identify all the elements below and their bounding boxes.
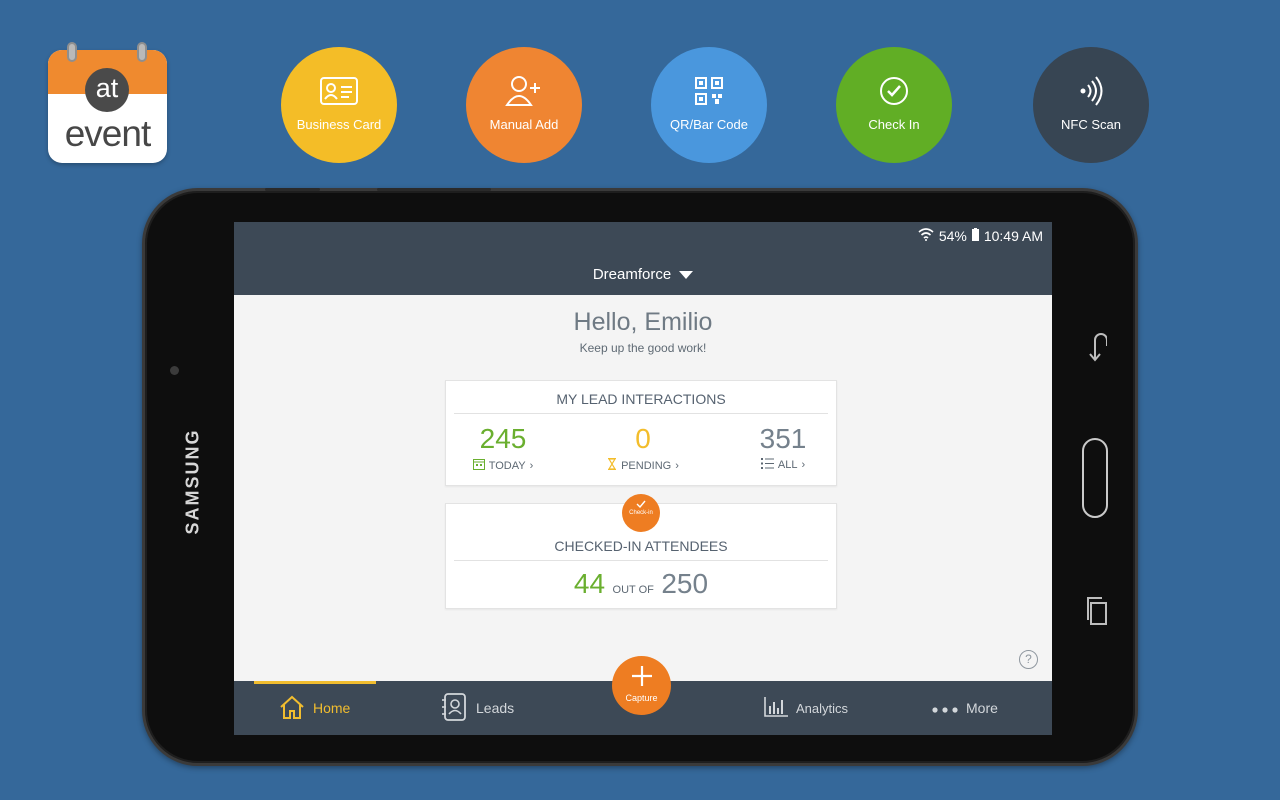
event-name: Dreamforce: [592, 266, 672, 283]
plus-icon: [612, 665, 671, 692]
greeting-title: Hello, Emilio: [573, 308, 713, 336]
recent-apps-icon[interactable]: [1086, 596, 1108, 631]
business-card-icon: [281, 75, 397, 107]
nav-home-label: Home: [313, 700, 351, 716]
nav-analytics-label: Analytics: [796, 700, 849, 716]
stat-today[interactable]: 245 TODAY ›: [448, 423, 558, 473]
chevron-right-icon: ›: [529, 459, 534, 472]
nav-more[interactable]: More: [932, 681, 998, 735]
qr-code-icon: [651, 75, 767, 107]
power-button: [377, 188, 491, 191]
home-icon: [279, 695, 305, 722]
card-title: MY LEAD INTERACTIONS: [454, 391, 828, 414]
front-camera: [170, 366, 179, 375]
bar-chart-icon: [764, 696, 788, 720]
out-of-label: OUT OF: [612, 584, 654, 596]
wifi-icon: [918, 227, 934, 244]
feature-manual-add[interactable]: Manual Add: [466, 47, 582, 163]
feature-check-in[interactable]: Check In: [836, 47, 952, 163]
card-title: CHECKED-IN ATTENDEES: [454, 538, 828, 561]
battery-icon: [971, 227, 979, 244]
feature-label: Manual Add: [489, 117, 559, 132]
nav-analytics[interactable]: Analytics: [764, 681, 848, 735]
check-in-badge-label: Check-in: [629, 510, 653, 516]
feature-business-card[interactable]: Business Card: [281, 47, 397, 163]
device-brand: SAMSUNG: [182, 427, 203, 535]
pending-label: PENDING: [621, 459, 672, 472]
clock: 10:49 AM: [983, 227, 1043, 244]
status-bar: 54% 10:49 AM: [918, 227, 1043, 244]
nav-home[interactable]: Home: [279, 681, 350, 735]
lead-interactions-card: MY LEAD INTERACTIONS 245 TODAY › 0 PENDI…: [445, 380, 837, 486]
feature-qr-code[interactable]: QR/Bar Code: [651, 47, 767, 163]
chevron-down-icon: [679, 266, 694, 283]
tablet-device: SAMSUNG 54% 10:49 AM Dreamforce Hello, E…: [142, 188, 1138, 766]
volume-button: [265, 188, 320, 191]
capture-button[interactable]: Capture: [612, 656, 671, 715]
all-label: ALL: [777, 459, 798, 471]
pending-count: 0: [635, 423, 651, 454]
feature-label: Business Card: [296, 117, 382, 132]
event-selector[interactable]: Dreamforce: [234, 266, 1052, 283]
more-dots-icon: [932, 700, 958, 716]
logo-event: event: [64, 113, 152, 154]
feature-label: QR/Bar Code: [669, 117, 749, 132]
all-count: 351: [759, 423, 807, 454]
today-label: TODAY: [488, 459, 526, 472]
today-count: 245: [479, 423, 527, 454]
logo-at: at: [85, 68, 129, 112]
chevron-right-icon: ›: [675, 459, 679, 472]
hourglass-icon: [607, 457, 617, 473]
list-icon: [760, 458, 774, 472]
greeting-subtitle: Keep up the good work!: [579, 341, 707, 355]
feature-label: Check In: [868, 117, 920, 132]
calendar-icon: at event: [48, 50, 167, 163]
add-person-icon: [466, 75, 582, 107]
check-icon: [622, 500, 660, 510]
stat-all[interactable]: 351 ALL ›: [728, 423, 838, 472]
back-icon[interactable]: [1085, 332, 1108, 367]
feature-nfc-scan[interactable]: NFC Scan: [1033, 47, 1149, 163]
capture-label: Capture: [625, 693, 658, 703]
check-in-badge: Check-in: [622, 494, 660, 532]
stat-pending[interactable]: 0 PENDING ›: [588, 423, 698, 473]
help-icon[interactable]: ?: [1019, 650, 1038, 669]
calendar-icon: [472, 458, 485, 473]
home-hardware-button[interactable]: [1082, 438, 1108, 518]
app-header: 54% 10:49 AM Dreamforce: [234, 222, 1052, 295]
nav-leads-label: Leads: [476, 700, 515, 716]
nfc-icon: [1033, 75, 1149, 107]
checked-in-count: 44 OUT OF 250: [446, 568, 836, 600]
nav-leads[interactable]: Leads: [442, 681, 514, 735]
checked-in-value: 44: [573, 568, 606, 599]
check-circle-icon: [836, 75, 952, 107]
chevron-right-icon: ›: [801, 459, 806, 471]
app-screen: 54% 10:49 AM Dreamforce Hello, Emilio Ke…: [234, 222, 1052, 735]
contacts-icon: [442, 692, 468, 724]
feature-label: NFC Scan: [1061, 117, 1121, 132]
nav-more-label: More: [966, 700, 998, 716]
at-event-logo: at event: [48, 42, 167, 163]
total-attendees: 250: [661, 568, 709, 599]
battery-percent: 54%: [938, 227, 967, 244]
